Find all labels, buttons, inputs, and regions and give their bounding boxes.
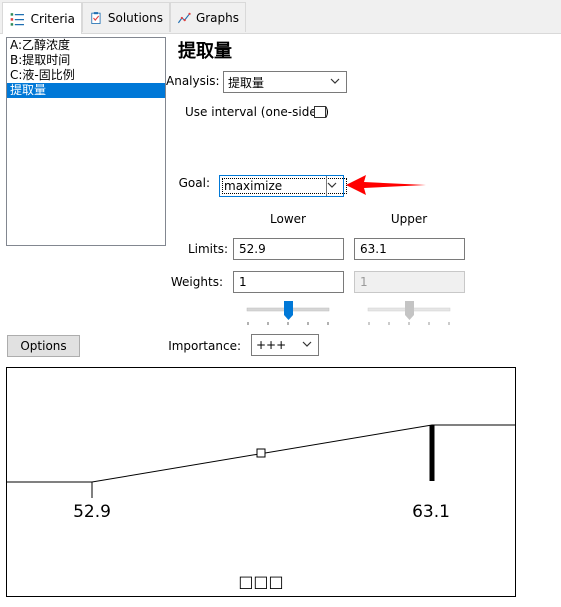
tab-criteria-label: Criteria: [30, 11, 75, 26]
importance-value: +++: [256, 338, 287, 352]
upper-weight-input: 1: [354, 271, 465, 293]
importance-select[interactable]: +++: [251, 334, 319, 356]
upper-limit-input[interactable]: 63.1: [354, 238, 465, 260]
desirability-curve: [7, 424, 515, 498]
chevron-down-icon: [302, 341, 312, 347]
current-value-marker: [256, 448, 266, 458]
lower-limit-input[interactable]: 52.9: [233, 238, 344, 260]
analysis-label: Analysis:: [166, 74, 220, 88]
limits-label: Limits:: [187, 242, 228, 256]
chevron-down-icon: [330, 78, 340, 84]
upper-column-header: Upper: [390, 212, 428, 226]
red-arrow-annotation: [346, 175, 426, 195]
importance-label: Importance:: [168, 339, 241, 353]
tab-solutions-label: Solutions: [107, 10, 163, 25]
criteria-icon: [10, 12, 24, 26]
upper-weight-slider: [367, 301, 451, 325]
tab-bar: Criteria Solutions Graphs: [0, 0, 561, 34]
lower-limit-graph-label: 52.9: [73, 502, 111, 522]
upper-limit-graph-label: 63.1: [412, 502, 450, 522]
lower-weight-input[interactable]: 1: [233, 271, 344, 293]
response-title: 提取量: [178, 41, 232, 62]
list-item[interactable]: C:液-固比例: [7, 68, 165, 83]
tab-criteria[interactable]: Criteria: [2, 2, 82, 34]
tab-solutions[interactable]: Solutions: [82, 2, 170, 32]
goal-label: Goal:: [178, 176, 210, 190]
solutions-icon: [91, 11, 101, 24]
lower-column-header: Lower: [270, 212, 306, 226]
goal-select[interactable]: maximize: [219, 175, 348, 197]
desirability-graph: 52.9 63.1 □□□: [6, 367, 516, 597]
list-item[interactable]: A:乙醇浓度: [7, 38, 165, 53]
weights-label: Weights:: [170, 275, 223, 289]
tab-graphs-label: Graphs: [195, 10, 239, 25]
list-item-selected[interactable]: 提取量: [7, 83, 165, 98]
use-interval-label: Use interval (one-sided): [185, 105, 330, 119]
options-button[interactable]: Options: [7, 335, 80, 357]
tab-graphs[interactable]: Graphs: [170, 2, 246, 32]
graphs-icon: [177, 12, 191, 23]
lower-weight-slider[interactable]: [245, 298, 331, 330]
list-item[interactable]: B:提取时间: [7, 53, 165, 68]
factor-listbox[interactable]: A:乙醇浓度 B:提取时间 C:液-固比例 提取量: [6, 37, 166, 246]
analysis-select[interactable]: 提取量: [223, 71, 347, 93]
graph-footer-label: □□□: [238, 572, 284, 591]
chevron-down-icon: [327, 182, 337, 188]
analysis-value: 提取量: [228, 75, 265, 90]
use-interval-checkbox[interactable]: [314, 106, 326, 118]
